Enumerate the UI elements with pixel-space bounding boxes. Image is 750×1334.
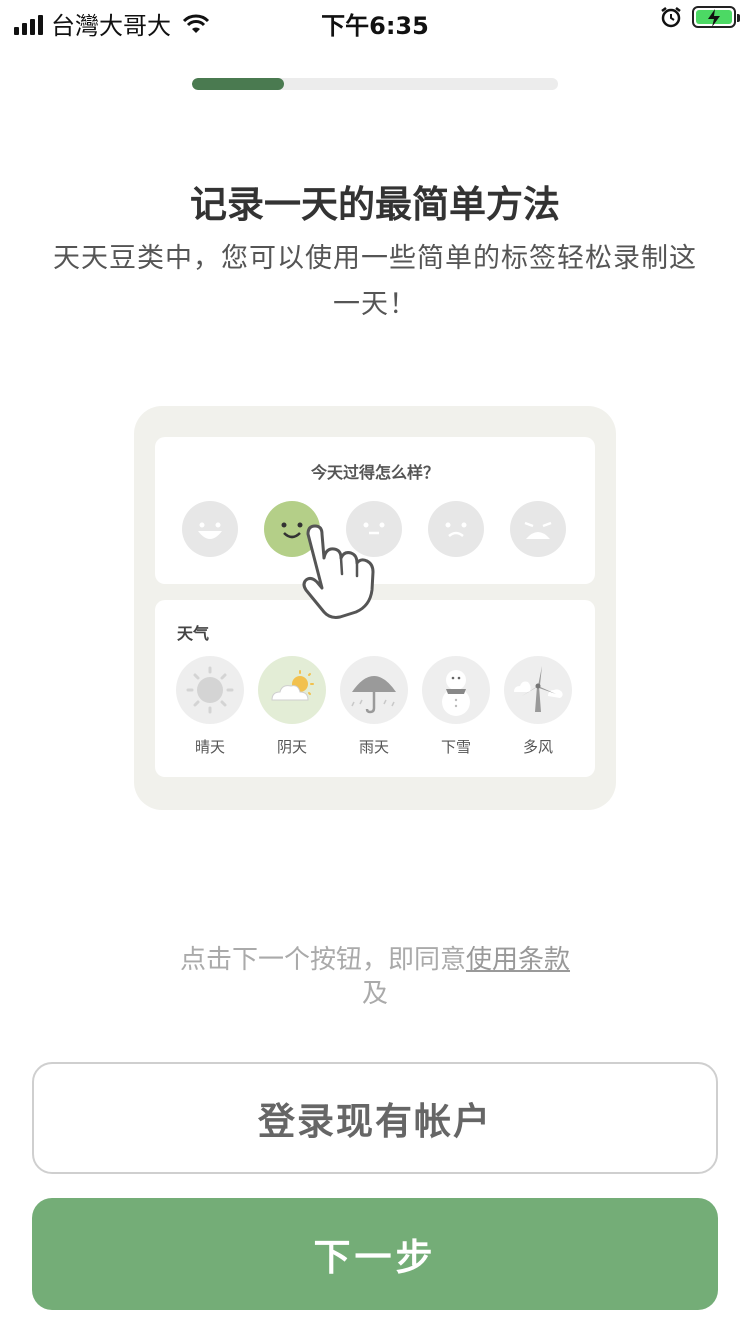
cry-face-icon [510,501,566,557]
mood-question: 今天过得怎么样？ [310,463,439,482]
terms-notice: 点击下一个按钮，即同意使用条款 及 [0,943,750,1011]
onboarding-progress [192,78,558,90]
weather-option: 阴天 [258,656,326,757]
next-step-button[interactable]: 下一步 [32,1198,718,1310]
weather-label: 天气 [177,624,210,643]
umbrella-icon [340,656,408,724]
terms-of-use-link[interactable]: 使用条款 [466,945,570,975]
weather-label-sunny: 晴天 [194,738,225,756]
weather-card: 天气 晴天 阴天 雨天 下雪 多风 [155,600,595,777]
weather-label-windy: 多风 [522,738,553,756]
weather-label-snowy: 下雪 [440,738,471,756]
weather-option: 下雪 [422,656,490,757]
windmill-icon [504,656,572,724]
laugh-face-icon [182,501,238,557]
battery-icon [692,6,740,28]
login-existing-account-button[interactable]: 登录现有帐户 [32,1062,718,1174]
snowman-icon [422,656,490,724]
tap-hand-icon [302,524,375,619]
sun-icon [176,656,244,724]
page-subtitle: 天天豆类中，您可以使用一些简单的标签轻松录制这一天！ [53,243,697,320]
alarm-icon [661,7,681,28]
page-title: 记录一天的最简单方法 [190,183,560,226]
terms-prefix: 点击下一个按钮，即同意 [179,945,466,975]
status-bar: 台灣大哥大 下午6:35 [0,0,750,40]
progress-fill [192,78,284,90]
weather-option: 雨天 [340,656,408,757]
weather-option: 多风 [504,656,572,757]
weather-label-rainy: 雨天 [358,738,389,756]
sad-face-icon [428,501,484,557]
weather-label-cloudy: 阴天 [276,738,307,756]
clock-time: 下午6:35 [321,12,429,40]
cloudy-icon [258,656,326,724]
terms-suffix: 及 [361,979,388,1009]
weather-option: 晴天 [176,656,244,757]
